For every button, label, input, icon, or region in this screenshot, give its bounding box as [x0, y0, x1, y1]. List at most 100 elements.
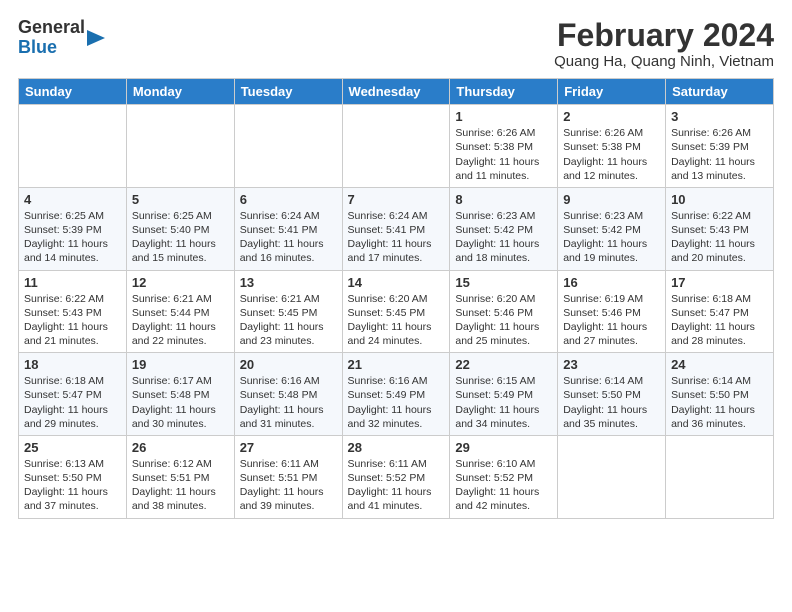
table-row: 18Sunrise: 6:18 AM Sunset: 5:47 PM Dayli…	[19, 353, 127, 436]
day-info: Sunrise: 6:17 AM Sunset: 5:48 PM Dayligh…	[132, 374, 229, 431]
day-info: Sunrise: 6:20 AM Sunset: 5:46 PM Dayligh…	[455, 292, 552, 349]
day-info: Sunrise: 6:22 AM Sunset: 5:43 PM Dayligh…	[671, 209, 768, 266]
day-number: 16	[563, 275, 660, 290]
day-number: 29	[455, 440, 552, 455]
header-friday: Friday	[558, 79, 666, 105]
table-row: 1 Sunrise: 6:26 AM Sunset: 5:38 PM Daylig…	[450, 105, 558, 188]
table-row: 24 Sunrise: 6:14 AM Sunset: 5:50 PM Dayli…	[666, 353, 774, 436]
header-wednesday: Wednesday	[342, 79, 450, 105]
table-row: 3 Sunrise: 6:26 AM Sunset: 5:39 PM Daylig…	[666, 105, 774, 188]
day-info: Sunrise: 6:19 AM Sunset: 5:46 PM Dayligh…	[563, 292, 660, 349]
day-number: 21	[348, 357, 445, 372]
table-row: 17 Sunrise: 6:18 AM Sunset: 5:47 PM Dayli…	[666, 270, 774, 353]
table-row: 5Sunrise: 6:25 AM Sunset: 5:40 PM Daylig…	[126, 187, 234, 270]
day-info: Sunrise: 6:13 AM Sunset: 5:50 PM Dayligh…	[24, 457, 121, 514]
day-info: Sunrise: 6:14 AM Sunset: 5:50 PM Dayligh…	[671, 374, 768, 431]
table-row: 15 Sunrise: 6:20 AM Sunset: 5:46 PM Dayli…	[450, 270, 558, 353]
table-row: 13 Sunrise: 6:21 AM Sunset: 5:45 PM Dayli…	[234, 270, 342, 353]
logo: General Blue	[18, 18, 107, 58]
day-info: Sunrise: 6:12 AM Sunset: 5:51 PM Dayligh…	[132, 457, 229, 514]
day-number: 3	[671, 109, 768, 124]
day-info: Sunrise: 6:18 AM Sunset: 5:47 PM Dayligh…	[671, 292, 768, 349]
table-row: 6 Sunrise: 6:24 AM Sunset: 5:41 PM Daylig…	[234, 187, 342, 270]
day-info: Sunrise: 6:24 AM Sunset: 5:41 PM Dayligh…	[240, 209, 337, 266]
table-row: 19 Sunrise: 6:17 AM Sunset: 5:48 PM Dayli…	[126, 353, 234, 436]
table-row: 10 Sunrise: 6:22 AM Sunset: 5:43 PM Dayli…	[666, 187, 774, 270]
day-info: Sunrise: 6:10 AM Sunset: 5:52 PM Dayligh…	[455, 457, 552, 514]
header-monday: Monday	[126, 79, 234, 105]
day-number: 9	[563, 192, 660, 207]
day-info: Sunrise: 6:22 AM Sunset: 5:43 PM Dayligh…	[24, 292, 121, 349]
day-number: 22	[455, 357, 552, 372]
table-row	[666, 435, 774, 518]
day-number: 2	[563, 109, 660, 124]
day-number: 19	[132, 357, 229, 372]
table-row: 22 Sunrise: 6:15 AM Sunset: 5:49 PM Dayli…	[450, 353, 558, 436]
table-row	[342, 105, 450, 188]
table-row: 9 Sunrise: 6:23 AM Sunset: 5:42 PM Daylig…	[558, 187, 666, 270]
table-row: 28 Sunrise: 6:11 AM Sunset: 5:52 PM Dayli…	[342, 435, 450, 518]
table-row: 4 Sunrise: 6:25 AM Sunset: 5:39 PM Daylig…	[19, 187, 127, 270]
header-tuesday: Tuesday	[234, 79, 342, 105]
table-row: 25 Sunrise: 6:13 AM Sunset: 5:50 PM Dayli…	[19, 435, 127, 518]
day-number: 6	[240, 192, 337, 207]
day-number: 5	[132, 192, 229, 207]
header-saturday: Saturday	[666, 79, 774, 105]
calendar-title: February 2024	[554, 18, 774, 53]
day-number: 15	[455, 275, 552, 290]
table-row: 20 Sunrise: 6:16 AM Sunset: 5:48 PM Dayli…	[234, 353, 342, 436]
title-area: February 2024 Quang Ha, Quang Ninh, Viet…	[554, 18, 774, 70]
table-row: 11 Sunrise: 6:22 AM Sunset: 5:43 PM Dayli…	[19, 270, 127, 353]
page-header: General Blue February 2024 Quang Ha, Qua…	[18, 18, 774, 70]
day-info: Sunrise: 6:26 AM Sunset: 5:38 PM Dayligh…	[563, 126, 660, 183]
table-row: 16 Sunrise: 6:19 AM Sunset: 5:46 PM Dayli…	[558, 270, 666, 353]
calendar-week-row: 18Sunrise: 6:18 AM Sunset: 5:47 PM Dayli…	[19, 353, 774, 436]
day-number: 14	[348, 275, 445, 290]
day-info: Sunrise: 6:24 AM Sunset: 5:41 PM Dayligh…	[348, 209, 445, 266]
header-thursday: Thursday	[450, 79, 558, 105]
day-number: 27	[240, 440, 337, 455]
day-number: 1	[455, 109, 552, 124]
table-row	[234, 105, 342, 188]
day-number: 28	[348, 440, 445, 455]
day-number: 25	[24, 440, 121, 455]
day-number: 4	[24, 192, 121, 207]
day-info: Sunrise: 6:23 AM Sunset: 5:42 PM Dayligh…	[563, 209, 660, 266]
day-info: Sunrise: 6:21 AM Sunset: 5:45 PM Dayligh…	[240, 292, 337, 349]
day-info: Sunrise: 6:26 AM Sunset: 5:39 PM Dayligh…	[671, 126, 768, 183]
day-info: Sunrise: 6:16 AM Sunset: 5:48 PM Dayligh…	[240, 374, 337, 431]
day-info: Sunrise: 6:15 AM Sunset: 5:49 PM Dayligh…	[455, 374, 552, 431]
table-row: 8Sunrise: 6:23 AM Sunset: 5:42 PM Daylig…	[450, 187, 558, 270]
day-info: Sunrise: 6:25 AM Sunset: 5:39 PM Dayligh…	[24, 209, 121, 266]
table-row: 7Sunrise: 6:24 AM Sunset: 5:41 PM Daylig…	[342, 187, 450, 270]
table-row: 27 Sunrise: 6:11 AM Sunset: 5:51 PM Dayli…	[234, 435, 342, 518]
day-info: Sunrise: 6:11 AM Sunset: 5:51 PM Dayligh…	[240, 457, 337, 514]
day-number: 20	[240, 357, 337, 372]
calendar-page: General Blue February 2024 Quang Ha, Qua…	[0, 0, 792, 529]
day-info: Sunrise: 6:26 AM Sunset: 5:38 PM Dayligh…	[455, 126, 552, 183]
day-number: 8	[455, 192, 552, 207]
day-info: Sunrise: 6:18 AM Sunset: 5:47 PM Dayligh…	[24, 374, 121, 431]
table-row	[19, 105, 127, 188]
day-number: 11	[24, 275, 121, 290]
day-info: Sunrise: 6:11 AM Sunset: 5:52 PM Dayligh…	[348, 457, 445, 514]
day-number: 13	[240, 275, 337, 290]
calendar-table: Sunday Monday Tuesday Wednesday Thursday…	[18, 78, 774, 518]
table-row: 2 Sunrise: 6:26 AM Sunset: 5:38 PM Daylig…	[558, 105, 666, 188]
day-info: Sunrise: 6:21 AM Sunset: 5:44 PM Dayligh…	[132, 292, 229, 349]
day-number: 24	[671, 357, 768, 372]
day-info: Sunrise: 6:20 AM Sunset: 5:45 PM Dayligh…	[348, 292, 445, 349]
day-number: 26	[132, 440, 229, 455]
weekday-header-row: Sunday Monday Tuesday Wednesday Thursday…	[19, 79, 774, 105]
table-row	[126, 105, 234, 188]
table-row	[558, 435, 666, 518]
table-row: 14 Sunrise: 6:20 AM Sunset: 5:45 PM Dayli…	[342, 270, 450, 353]
day-number: 10	[671, 192, 768, 207]
day-info: Sunrise: 6:14 AM Sunset: 5:50 PM Dayligh…	[563, 374, 660, 431]
calendar-week-row: 11 Sunrise: 6:22 AM Sunset: 5:43 PM Dayli…	[19, 270, 774, 353]
table-row: 23 Sunrise: 6:14 AM Sunset: 5:50 PM Dayli…	[558, 353, 666, 436]
day-number: 17	[671, 275, 768, 290]
calendar-week-row: 4 Sunrise: 6:25 AM Sunset: 5:39 PM Daylig…	[19, 187, 774, 270]
table-row: 29 Sunrise: 6:10 AM Sunset: 5:52 PM Dayli…	[450, 435, 558, 518]
day-number: 23	[563, 357, 660, 372]
